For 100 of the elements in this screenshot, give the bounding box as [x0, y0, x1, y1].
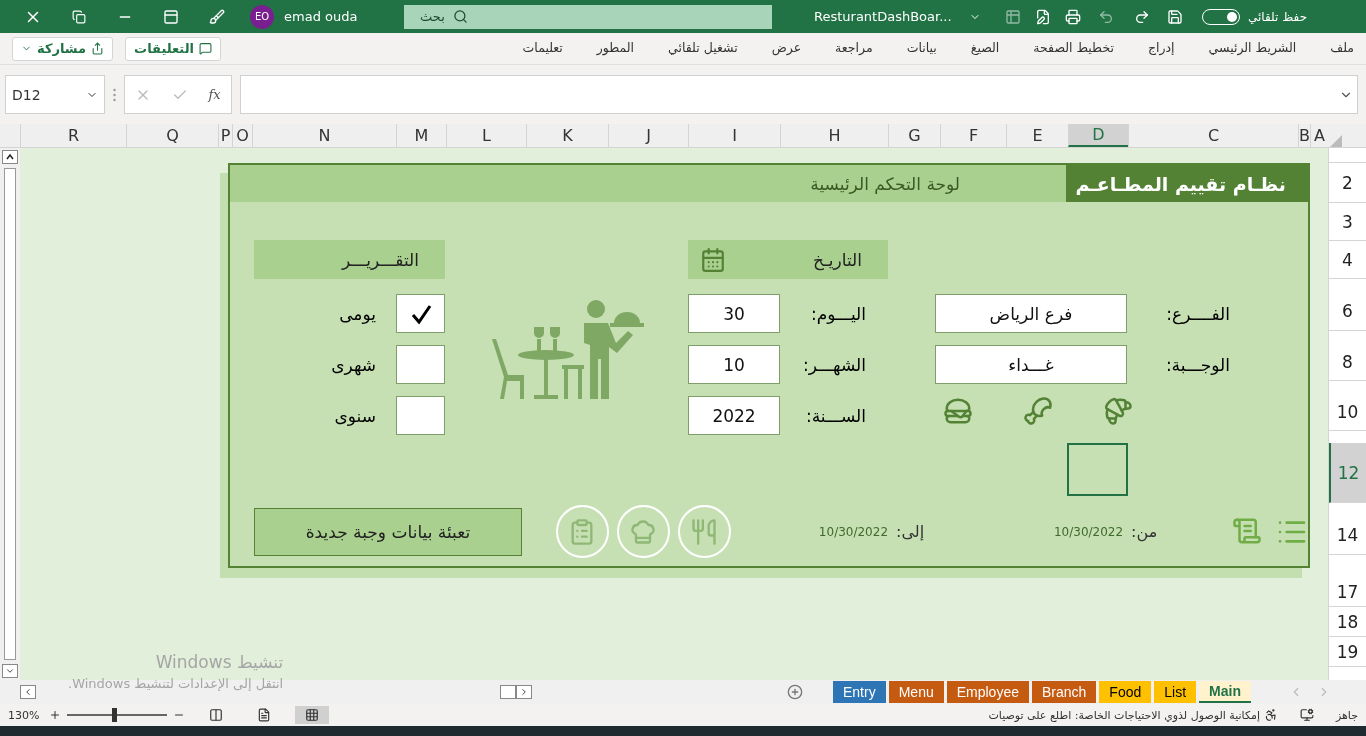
new-meal-button[interactable]: تعبئة بيانات وجبة جديدة: [254, 507, 522, 556]
croissant-icon[interactable]: [1103, 396, 1133, 426]
column-header[interactable]: D: [1068, 124, 1128, 147]
field-label: اليـــوم:: [810, 303, 867, 324]
add-sheet-icon[interactable]: [787, 684, 803, 700]
file-name-button[interactable]: ResturantDashBoar...: [802, 8, 952, 25]
sheet-tab[interactable]: Employee: [946, 681, 1029, 703]
dashboard-subtitle: لوحة التحكم الرئيسية: [810, 173, 960, 194]
input-field[interactable]: غـــداء: [935, 345, 1127, 384]
option-label: يومى: [338, 303, 376, 324]
sheet-tab[interactable]: Entry: [833, 681, 886, 703]
column-header[interactable]: A: [1310, 124, 1328, 147]
caret-icon: [5, 666, 15, 676]
checklist-icon[interactable]: [555, 505, 609, 558]
range-label: من:: [1131, 522, 1158, 541]
ribbon-tab[interactable]: بيانات: [906, 38, 937, 59]
scroll-thumb[interactable]: [500, 685, 516, 699]
column-header[interactable]: F: [940, 124, 1006, 147]
ribbon-tab[interactable]: مراجعة: [835, 38, 873, 59]
more-dots-icon[interactable]: [113, 87, 116, 102]
date-field[interactable]: 2022: [688, 396, 780, 435]
column-header[interactable]: R: [20, 124, 126, 147]
zoom-level: 130%: [8, 708, 40, 722]
ribbon-tab[interactable]: عرض: [771, 38, 802, 59]
user-name: emad ouda: [284, 9, 359, 24]
zoom-in-icon[interactable]: [49, 709, 62, 721]
scroll-left-button[interactable]: [20, 685, 36, 699]
drumstick-icon[interactable]: [1023, 396, 1053, 426]
caret-icon: [519, 687, 529, 697]
share-icon: [91, 42, 105, 55]
insert-function-button[interactable]: fx: [208, 87, 221, 102]
utensils-icon[interactable]: [677, 505, 731, 558]
date-text: 10/30/2022: [1053, 524, 1124, 539]
accessibility-status: إمكانية الوصول لذوي الاحتياجات الخاصة: اطلع على توصيات: [988, 708, 1260, 722]
caret-icon: [23, 687, 33, 697]
sheet-tab[interactable]: Menu: [888, 681, 944, 703]
checkbox[interactable]: [396, 294, 445, 333]
scroll-down-button[interactable]: [2, 664, 18, 678]
column-header[interactable]: L: [446, 124, 526, 147]
ribbon-tab[interactable]: إدراج: [1147, 38, 1175, 59]
display-settings-icon[interactable]: [1299, 708, 1314, 722]
sheet-tab[interactable]: Food: [1099, 681, 1152, 703]
ribbon-tab[interactable]: تخطيط الصفحة: [1033, 38, 1114, 59]
column-header[interactable]: I: [688, 124, 780, 147]
column-header[interactable]: N: [252, 124, 396, 147]
selected-cell[interactable]: [1067, 443, 1128, 496]
range-label: إلى:: [896, 522, 925, 541]
input-field[interactable]: فرع الرياض: [935, 294, 1127, 333]
status-ready: جاهز: [1335, 708, 1358, 722]
row-header[interactable]: 12: [1329, 443, 1366, 503]
calendar-icon: [700, 246, 726, 273]
chef-icon[interactable]: [616, 505, 670, 558]
ribbon-tab[interactable]: المطور: [596, 38, 635, 59]
option-label: شهرى: [330, 354, 376, 375]
search-field[interactable]: بحث: [404, 4, 772, 29]
ribbon-tab[interactable]: الصيغ: [970, 38, 1000, 59]
column-header[interactable]: J: [608, 124, 688, 147]
ribbon-tab[interactable]: تشغيل تلقائي: [668, 38, 738, 59]
column-header[interactable]: O: [232, 124, 252, 147]
name-box[interactable]: D12: [5, 75, 105, 114]
caret-icon: [5, 152, 15, 162]
comments-button[interactable]: التعليقات: [125, 36, 221, 61]
activation-title: تنشيط Windows: [155, 652, 284, 672]
normal-view-icon[interactable]: [295, 706, 330, 724]
column-header[interactable]: P: [218, 124, 232, 147]
sheet-tab[interactable]: Main: [1199, 681, 1251, 703]
column-header[interactable]: M: [396, 124, 446, 147]
column-header[interactable]: Q: [126, 124, 218, 147]
column-header[interactable]: E: [1006, 124, 1068, 147]
checkbox[interactable]: [396, 396, 445, 435]
report-header: التقـــريـــر: [254, 240, 445, 279]
date-header: التاريـخ: [688, 240, 888, 279]
autosave-label: حفظ تلقائي: [1248, 9, 1308, 24]
column-header[interactable]: H: [780, 124, 888, 147]
zoom-thumb[interactable]: [112, 708, 118, 722]
ribbon-tab[interactable]: الشريط الرئيسي: [1208, 38, 1297, 59]
field-label: الســـنة:: [805, 405, 867, 426]
ribbon-tab[interactable]: تعليمات: [522, 38, 563, 59]
sheet-tab[interactable]: Branch: [1032, 681, 1097, 703]
date-field[interactable]: 10: [688, 345, 780, 384]
activation-message: انتقل إلى الإعدادات لتنشيط Windows.: [68, 676, 284, 691]
user-avatar[interactable]: EO: [250, 4, 274, 29]
column-header[interactable]: K: [526, 124, 608, 147]
option-label: سنوى: [333, 405, 376, 426]
date-text: 10/30/2022: [818, 524, 889, 539]
scroll-right-button[interactable]: [516, 685, 532, 699]
sheet-tab[interactable]: List: [1154, 681, 1197, 703]
date-field[interactable]: 30: [688, 294, 780, 333]
formula-field[interactable]: [240, 75, 1358, 114]
share-button[interactable]: مشاركة: [12, 36, 114, 61]
ribbon-tab[interactable]: ملف: [1330, 38, 1354, 59]
search-icon: [452, 9, 468, 24]
scroll-thumb[interactable]: [4, 168, 16, 660]
field-label: الفــــرع:: [1165, 303, 1230, 324]
column-header[interactable]: G: [888, 124, 940, 147]
dashboard-title: نظـام تقييم المطـاعـم: [1075, 172, 1286, 195]
accessibility-icon: [1263, 708, 1278, 722]
column-header[interactable]: B: [1298, 124, 1310, 147]
scroll-up-button[interactable]: [2, 150, 18, 164]
checkbox[interactable]: [396, 345, 445, 384]
